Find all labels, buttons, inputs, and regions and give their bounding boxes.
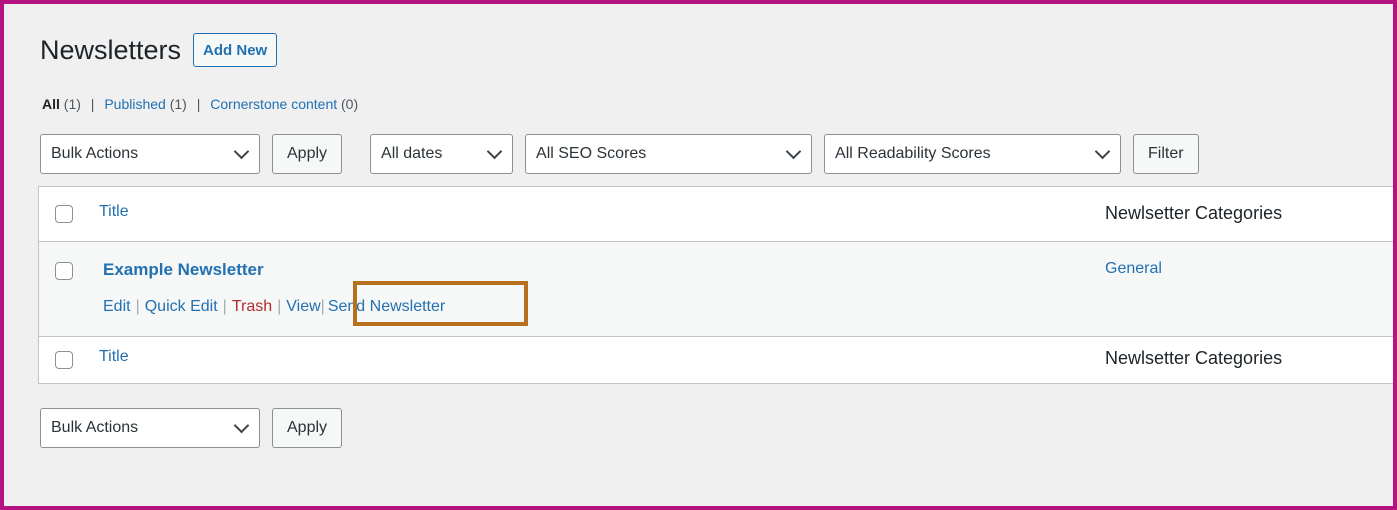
dates-filter-select[interactable]: All dates — [370, 134, 514, 174]
table-header-row: Title Newlsetter Categories — [39, 187, 1393, 242]
post-title-link[interactable]: Example Newsletter — [103, 260, 264, 280]
posts-table: Title Newlsetter Categories Example News… — [38, 186, 1393, 384]
bottom-tablenav: Bulk Actions Apply — [40, 408, 343, 448]
chevron-down-icon — [233, 143, 250, 160]
view-published-link[interactable]: Published — [104, 96, 166, 112]
bulk-actions-value: Bulk Actions — [51, 145, 139, 162]
chevron-down-icon — [233, 417, 250, 434]
readability-score-select[interactable]: All Readability Scores — [824, 134, 1122, 174]
page-heading-row: Newsletters Add New — [40, 32, 1393, 68]
action-separator: | — [222, 298, 227, 315]
bulk-actions-select[interactable]: Bulk Actions — [40, 134, 260, 174]
row-checkbox[interactable] — [55, 262, 73, 280]
view-all-count: (1) — [63, 96, 81, 112]
seo-score-value: All SEO Scores — [536, 145, 647, 162]
view-published-count: (1) — [169, 96, 187, 112]
select-all-checkbox[interactable] — [55, 351, 73, 369]
view-separator: | — [90, 96, 95, 112]
apply-button[interactable]: Apply — [272, 134, 343, 174]
title-column-footer[interactable]: Title — [99, 348, 129, 366]
bulk-actions-value: Bulk Actions — [51, 419, 139, 436]
chevron-down-icon — [486, 143, 503, 160]
action-separator: | — [320, 298, 325, 315]
action-separator: | — [135, 298, 140, 315]
status-views: All (1) | Published (1) | Cornerstone co… — [42, 96, 358, 112]
posts-list-page: Newsletters Add New All (1) | Published … — [38, 32, 1393, 448]
filter-button[interactable]: Filter — [1133, 134, 1199, 174]
view-link[interactable]: View — [286, 298, 320, 315]
edit-link[interactable]: Edit — [103, 298, 131, 315]
bulk-actions-select[interactable]: Bulk Actions — [40, 408, 260, 448]
add-new-button[interactable]: Add New — [193, 33, 278, 67]
chevron-down-icon — [785, 143, 802, 160]
send-newsletter-highlight-box — [353, 281, 528, 326]
chevron-down-icon — [1094, 143, 1111, 160]
dates-filter-value: All dates — [381, 145, 443, 162]
readability-score-value: All Readability Scores — [835, 145, 991, 162]
page-title: Newsletters — [40, 34, 182, 65]
title-column-header[interactable]: Title — [99, 203, 129, 221]
seo-score-select[interactable]: All SEO Scores — [525, 134, 813, 174]
view-separator: | — [196, 96, 201, 112]
table-row: Example Newsletter Edit | Quick Edit | Trash… — [39, 242, 1393, 337]
view-cornerstone-count: (0) — [341, 96, 359, 112]
action-separator: | — [277, 298, 282, 315]
trash-link[interactable]: Trash — [232, 298, 272, 315]
quick-edit-link[interactable]: Quick Edit — [145, 298, 218, 315]
apply-button[interactable]: Apply — [272, 408, 343, 448]
view-all-link[interactable]: All — [42, 96, 60, 112]
top-tablenav: Bulk Actions Apply All dates All SEO Sco… — [40, 134, 1199, 174]
category-link[interactable]: General — [1105, 260, 1162, 278]
view-cornerstone-link[interactable]: Cornerstone content — [210, 96, 337, 112]
screenshot-frame: Newsletters Add New All (1) | Published … — [0, 0, 1397, 510]
categories-column-footer: Newlsetter Categories — [1105, 348, 1283, 368]
table-footer-row: Title Newlsetter Categories — [39, 337, 1393, 383]
select-all-checkbox[interactable] — [55, 205, 73, 223]
categories-column-header: Newlsetter Categories — [1105, 203, 1283, 223]
